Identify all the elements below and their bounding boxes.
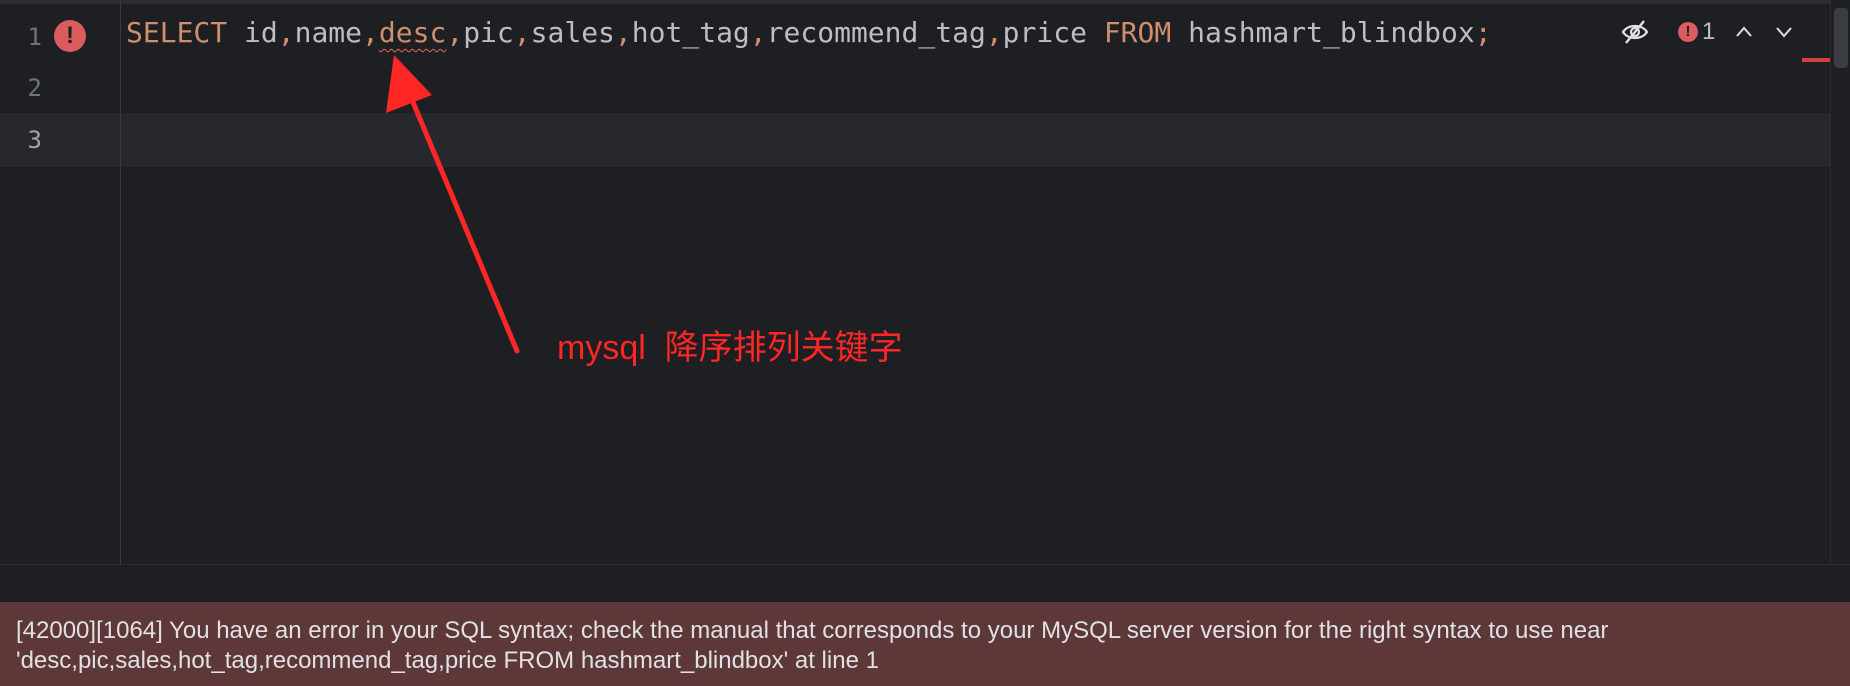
- line-number-3: 3: [27, 126, 42, 154]
- chevron-up-icon[interactable]: [1734, 22, 1754, 42]
- panel-separator: [0, 564, 1850, 603]
- column-id: id: [244, 16, 278, 49]
- vertical-scrollbar[interactable]: [1830, 0, 1850, 564]
- inspection-widget: ! 1: [1620, 0, 1850, 64]
- sql-error-message: [42000][1064] You have an error in your …: [16, 617, 1616, 674]
- line-number-2: 2: [27, 74, 42, 102]
- editor-line-2[interactable]: 2: [0, 61, 1830, 115]
- error-count[interactable]: 1: [1702, 14, 1715, 50]
- error-icon[interactable]: !: [1678, 22, 1698, 42]
- column-name: name: [294, 16, 363, 49]
- comma: ,: [985, 16, 1003, 49]
- comma: ,: [749, 16, 767, 49]
- column-recommend-tag: recommend_tag: [766, 16, 986, 49]
- column-desc-error[interactable]: desc: [379, 16, 446, 49]
- gutter-divider: [120, 0, 121, 564]
- annotation-arrow: [386, 55, 520, 354]
- table-name: hashmart_blindbox: [1188, 16, 1475, 49]
- keyword-from: FROM: [1103, 16, 1172, 49]
- comma: ,: [513, 16, 531, 49]
- comma: ,: [614, 16, 632, 49]
- editor-line-3-current[interactable]: 3: [0, 113, 1830, 167]
- column-price: price: [1002, 16, 1087, 49]
- column-hot-tag: hot_tag: [631, 16, 750, 49]
- keyword-select: SELECT: [126, 16, 228, 49]
- code-line-1[interactable]: SELECT id,name,desc,pic,sales,hot_tag,re…: [126, 0, 1492, 66]
- scrollbar-thumb[interactable]: [1834, 8, 1848, 68]
- comma: ,: [446, 16, 464, 49]
- sql-editor[interactable]: 1 ! 2 3 SELECT id,name,desc,pic,sales,ho…: [0, 0, 1850, 564]
- annotation-text: mysql 降序排列关键字: [557, 329, 903, 367]
- eye-slash-icon[interactable]: [1620, 18, 1650, 46]
- line-number-1: 1: [27, 23, 42, 51]
- chevron-down-icon[interactable]: [1774, 22, 1794, 42]
- gutter-error-icon[interactable]: !: [54, 20, 86, 52]
- column-pic: pic: [463, 16, 514, 49]
- error-panel: [42000][1064] You have an error in your …: [0, 602, 1850, 686]
- semicolon: ;: [1474, 16, 1492, 49]
- column-sales: sales: [530, 16, 615, 49]
- error-marker-stripe[interactable]: [1802, 58, 1830, 62]
- comma: ,: [362, 16, 379, 49]
- comma: ,: [277, 16, 295, 49]
